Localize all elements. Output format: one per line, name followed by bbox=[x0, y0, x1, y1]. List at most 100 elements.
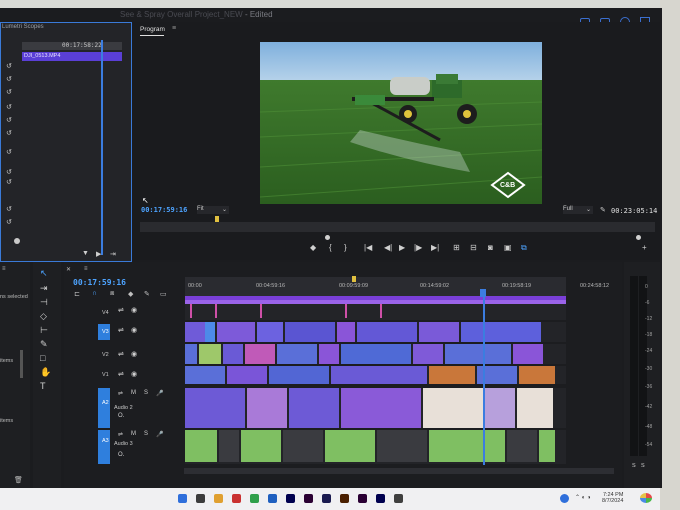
sync-lock-icon[interactable]: ⇌ bbox=[118, 326, 124, 334]
start-icon[interactable] bbox=[178, 494, 187, 503]
nest-toggle-icon[interactable]: ⊏ bbox=[74, 290, 80, 298]
timeline-marker[interactable] bbox=[352, 276, 356, 282]
track-volume-icon[interactable]: O. bbox=[118, 452, 124, 458]
mic-icon[interactable]: 🎤 bbox=[156, 431, 163, 438]
search-icon[interactable] bbox=[196, 494, 205, 503]
reset-icon[interactable]: ↺ bbox=[6, 178, 12, 186]
reset-icon[interactable]: ↺ bbox=[6, 103, 12, 111]
export-frame-icon[interactable]: ⇥ bbox=[110, 250, 116, 258]
system-tray-icons[interactable]: ⌃ ◐ ◑ bbox=[575, 494, 591, 501]
add-marker-icon[interactable]: ◆ bbox=[310, 243, 316, 252]
comparison-view-icon[interactable]: ▣ bbox=[504, 243, 512, 252]
selection-tool-icon[interactable]: ↖ bbox=[40, 268, 48, 279]
go-to-out-icon[interactable]: ▶| bbox=[431, 243, 439, 252]
captions-icon[interactable]: ▭ bbox=[160, 290, 167, 298]
zoom-handle[interactable] bbox=[325, 235, 330, 240]
sync-lock-icon[interactable]: ⇌ bbox=[118, 370, 124, 378]
illustrator-icon[interactable] bbox=[340, 494, 349, 503]
timeline-playhead-handle[interactable] bbox=[480, 289, 486, 297]
snap-icon[interactable]: ∩ bbox=[92, 290, 97, 297]
go-to-in-icon[interactable]: |◀ bbox=[364, 243, 372, 252]
eye-icon[interactable]: ◉ bbox=[131, 370, 137, 378]
sync-lock-icon[interactable]: ⇌ bbox=[118, 350, 124, 358]
hand-tool-icon[interactable]: ✋ bbox=[40, 367, 51, 378]
play-only-icon[interactable]: ▶ bbox=[96, 250, 101, 258]
zoom-handle[interactable] bbox=[636, 235, 641, 240]
filter-icon[interactable]: ▼ bbox=[82, 250, 89, 257]
step-forward-icon[interactable]: |▶ bbox=[414, 243, 422, 252]
mark-out-icon[interactable]: } bbox=[344, 243, 347, 252]
timeline-settings-icon[interactable]: ✎ bbox=[144, 290, 150, 298]
ripple-edit-tool-icon[interactable]: ⊣ bbox=[40, 297, 48, 308]
slider-handle[interactable] bbox=[14, 238, 20, 244]
reset-icon[interactable]: ↺ bbox=[6, 148, 12, 156]
scrollbar[interactable] bbox=[20, 350, 23, 378]
solo-left-button[interactable]: S bbox=[632, 463, 636, 469]
linked-selection-icon[interactable]: ⧈ bbox=[110, 290, 114, 298]
slip-tool-icon[interactable]: ⊢ bbox=[40, 325, 48, 336]
premiere-icon[interactable] bbox=[304, 494, 313, 503]
reset-icon[interactable]: ↺ bbox=[6, 116, 12, 124]
app-icon[interactable] bbox=[232, 494, 241, 503]
reset-icon[interactable]: ↺ bbox=[6, 75, 12, 83]
solo-button[interactable]: S bbox=[144, 390, 148, 396]
settings-wrench-icon[interactable]: ✎ bbox=[600, 206, 606, 214]
reset-icon[interactable]: ↺ bbox=[6, 62, 12, 70]
timeline-playhead[interactable] bbox=[483, 297, 485, 465]
app-icon[interactable] bbox=[394, 494, 403, 503]
cloud-icon[interactable] bbox=[560, 494, 569, 503]
play-icon[interactable]: ▶ bbox=[399, 243, 405, 252]
sync-lock-icon[interactable]: ⇌ bbox=[118, 306, 124, 314]
after-effects-icon[interactable] bbox=[322, 494, 331, 503]
track-select-tool-icon[interactable]: ⇥ bbox=[40, 283, 48, 294]
eye-icon[interactable]: ◉ bbox=[131, 326, 137, 334]
reset-icon[interactable]: ↺ bbox=[6, 88, 12, 96]
track-volume-icon[interactable]: O. bbox=[118, 413, 124, 419]
track-target-a3[interactable] bbox=[98, 430, 110, 464]
app-icon[interactable] bbox=[250, 494, 259, 503]
sync-lock-icon[interactable]: ⇌ bbox=[118, 431, 123, 438]
close-icon[interactable]: ✕ bbox=[66, 266, 71, 273]
camera-icon[interactable]: ◙ bbox=[488, 243, 493, 252]
sync-lock-icon[interactable]: ⇌ bbox=[118, 390, 123, 397]
add-marker-icon[interactable]: ◆ bbox=[128, 290, 133, 298]
mute-button[interactable]: M bbox=[131, 431, 136, 437]
type-tool-icon[interactable]: T bbox=[40, 381, 46, 391]
mute-button[interactable]: M bbox=[131, 390, 136, 396]
program-timecode[interactable]: 00:17:59:16 bbox=[141, 206, 187, 214]
eye-icon[interactable]: ◉ bbox=[131, 306, 137, 314]
scopes-clip[interactable]: DJI_0513.MP4 bbox=[22, 52, 122, 61]
reset-icon[interactable]: ↺ bbox=[6, 129, 12, 137]
extract-icon[interactable]: ⊟ bbox=[470, 243, 477, 252]
timeline-timecode[interactable]: 00:17:59:16 bbox=[73, 278, 126, 287]
track-target-a2[interactable] bbox=[98, 388, 110, 428]
step-back-icon[interactable]: ◀| bbox=[384, 243, 392, 252]
trash-icon[interactable]: 🗑 bbox=[14, 476, 23, 484]
mark-in-icon[interactable]: { bbox=[329, 243, 332, 252]
razor-tool-icon[interactable]: ◇ bbox=[40, 311, 47, 322]
copilot-icon[interactable] bbox=[640, 493, 652, 503]
file-explorer-icon[interactable] bbox=[214, 494, 223, 503]
timeline-clips[interactable] bbox=[185, 300, 566, 468]
solo-button[interactable]: S bbox=[144, 431, 148, 437]
app-icon[interactable] bbox=[268, 494, 277, 503]
menu-icon[interactable]: ≡ bbox=[172, 25, 176, 32]
pen-tool-icon[interactable]: ✎ bbox=[40, 339, 48, 350]
resolution-select[interactable]: Full ⌄ bbox=[563, 206, 593, 214]
photoshop-icon[interactable] bbox=[376, 494, 385, 503]
timeline-scrollbar[interactable] bbox=[184, 468, 614, 474]
mic-icon[interactable]: 🎤 bbox=[156, 390, 163, 397]
scrubber-playhead[interactable] bbox=[215, 216, 219, 222]
program-scrubber[interactable] bbox=[140, 222, 655, 232]
menu-icon[interactable]: ≡ bbox=[84, 266, 88, 272]
reset-icon[interactable]: ↺ bbox=[6, 168, 12, 176]
solo-right-button[interactable]: S bbox=[641, 463, 645, 469]
tab-program[interactable]: Program bbox=[140, 26, 165, 33]
taskbar-clock[interactable]: 7:24 PM 8/7/2024 bbox=[602, 492, 623, 504]
rectangle-tool-icon[interactable]: □ bbox=[40, 353, 45, 363]
lift-icon[interactable]: ⊞ bbox=[453, 243, 460, 252]
reset-icon[interactable]: ↺ bbox=[6, 218, 12, 226]
reset-icon[interactable]: ↺ bbox=[6, 205, 12, 213]
menu-icon[interactable]: ≡ bbox=[2, 266, 6, 272]
photoshop-icon[interactable] bbox=[286, 494, 295, 503]
